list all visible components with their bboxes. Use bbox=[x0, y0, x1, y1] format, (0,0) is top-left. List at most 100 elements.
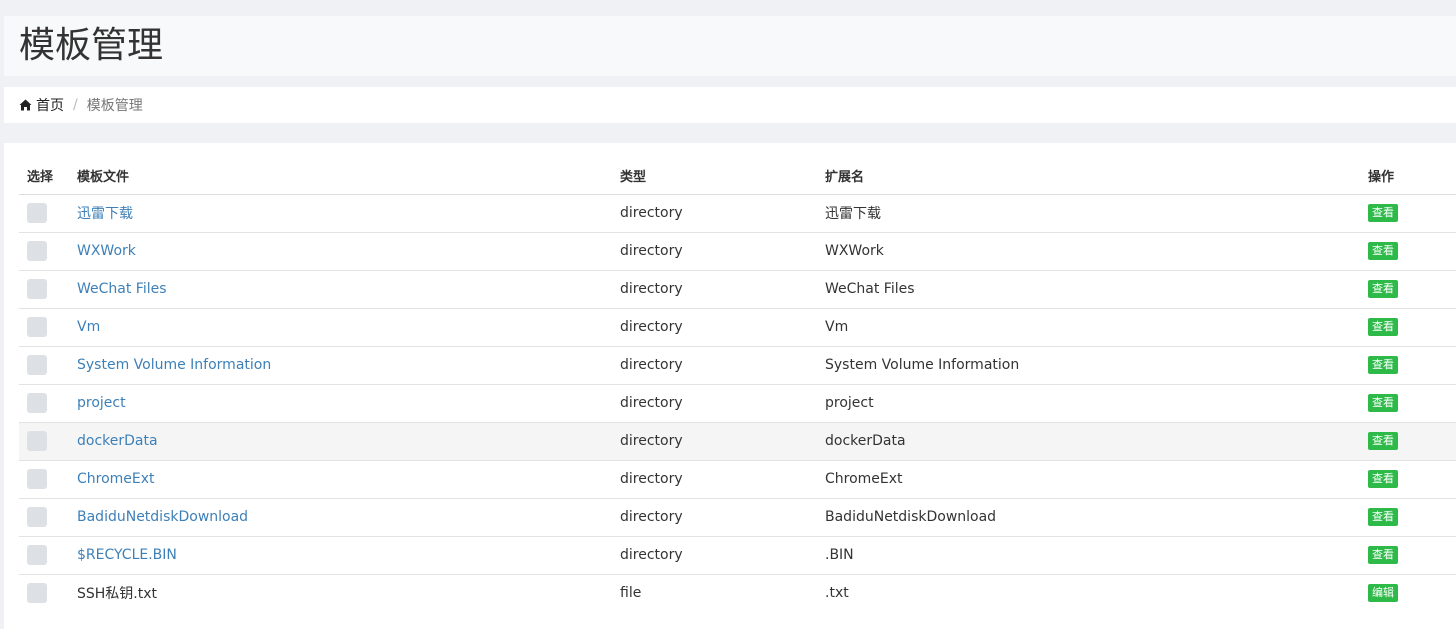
select-cell bbox=[19, 536, 69, 575]
action-cell: 查看 bbox=[1360, 536, 1456, 575]
table-row: SSH私钥.txt file .txt 编辑 bbox=[19, 574, 1456, 612]
file-name-link[interactable]: WeChat Files bbox=[77, 281, 167, 297]
file-name-cell: ChromeExt bbox=[69, 460, 612, 499]
view-button[interactable]: 查看 bbox=[1368, 432, 1398, 450]
table-row: System Volume Information directory System… bbox=[19, 346, 1456, 385]
select-cell bbox=[19, 270, 69, 309]
row-checkbox[interactable] bbox=[27, 393, 47, 413]
action-cell: 查看 bbox=[1360, 270, 1456, 309]
breadcrumb-home-link[interactable]: 首页 bbox=[36, 95, 64, 115]
file-name-link[interactable]: System Volume Information bbox=[77, 357, 271, 373]
select-cell bbox=[19, 422, 69, 461]
select-cell bbox=[19, 498, 69, 537]
row-checkbox[interactable] bbox=[27, 431, 47, 451]
page: 模板管理 首页 / 模板管理 选择 模板文件 类型 扩展名 操作 迅雷下载 dir… bbox=[0, 0, 1456, 629]
select-cell bbox=[19, 574, 69, 612]
action-cell: 查看 bbox=[1360, 308, 1456, 347]
table-body: 迅雷下载 directory 迅雷下载 查看 WXWork directory WXWork… bbox=[19, 194, 1456, 612]
table-row: BadiduNetdiskDownload directory BadiduNetd… bbox=[19, 498, 1456, 537]
file-extension: 迅雷下载 bbox=[817, 194, 1360, 233]
file-name-cell: 迅雷下载 bbox=[69, 194, 612, 233]
action-cell: 查看 bbox=[1360, 422, 1456, 461]
row-checkbox[interactable] bbox=[27, 241, 47, 261]
file-name-cell: WeChat Files bbox=[69, 270, 612, 309]
file-table-panel: 选择 模板文件 类型 扩展名 操作 迅雷下载 directory 迅雷下载 查看 WXW… bbox=[4, 143, 1456, 629]
file-extension: BadiduNetdiskDownload bbox=[817, 498, 1360, 537]
file-type: directory bbox=[612, 194, 817, 233]
home-icon[interactable] bbox=[19, 99, 32, 111]
breadcrumb-current: 模板管理 bbox=[86, 98, 143, 114]
view-button[interactable]: 查看 bbox=[1368, 394, 1398, 412]
row-checkbox[interactable] bbox=[27, 355, 47, 375]
breadcrumb-separator: / bbox=[73, 97, 78, 113]
file-name-cell: SSH私钥.txt bbox=[69, 574, 612, 612]
file-type: directory bbox=[612, 536, 817, 575]
page-title: 模板管理 bbox=[19, 25, 164, 66]
file-extension: System Volume Information bbox=[817, 346, 1360, 385]
table-row: dockerData directory dockerData 查看 bbox=[19, 422, 1456, 461]
table-row: project directory project 查看 bbox=[19, 384, 1456, 423]
table-row: ChromeExt directory ChromeExt 查看 bbox=[19, 460, 1456, 499]
file-name-cell: Vm bbox=[69, 308, 612, 347]
file-name-link[interactable]: BadiduNetdiskDownload bbox=[77, 509, 248, 525]
column-header-extension: 扩展名 bbox=[817, 157, 1360, 195]
file-name-link[interactable]: Vm bbox=[77, 319, 100, 335]
file-type: directory bbox=[612, 498, 817, 537]
page-header: 模板管理 bbox=[4, 16, 1456, 76]
row-checkbox[interactable] bbox=[27, 583, 47, 604]
file-name-link[interactable]: dockerData bbox=[77, 433, 158, 449]
view-button[interactable]: 查看 bbox=[1368, 204, 1398, 222]
row-checkbox[interactable] bbox=[27, 317, 47, 337]
file-name-cell: WXWork bbox=[69, 232, 612, 271]
file-extension: dockerData bbox=[817, 422, 1360, 461]
row-checkbox[interactable] bbox=[27, 507, 47, 527]
row-checkbox[interactable] bbox=[27, 469, 47, 489]
file-type: directory bbox=[612, 346, 817, 385]
file-name-link[interactable]: project bbox=[77, 395, 126, 411]
file-name-link[interactable]: $RECYCLE.BIN bbox=[77, 547, 177, 563]
select-cell bbox=[19, 384, 69, 423]
view-button[interactable]: 查看 bbox=[1368, 318, 1398, 336]
row-checkbox[interactable] bbox=[27, 203, 47, 223]
row-checkbox[interactable] bbox=[27, 545, 47, 565]
action-cell: 查看 bbox=[1360, 194, 1456, 233]
file-name-cell: project bbox=[69, 384, 612, 423]
table-row: $RECYCLE.BIN directory .BIN 查看 bbox=[19, 536, 1456, 575]
file-type: file bbox=[620, 585, 642, 602]
file-name-link[interactable]: 迅雷下载 bbox=[77, 206, 133, 222]
file-extension: .txt bbox=[825, 585, 849, 602]
action-cell: 查看 bbox=[1360, 232, 1456, 271]
file-name-link[interactable]: WXWork bbox=[77, 243, 136, 259]
select-cell bbox=[19, 194, 69, 233]
column-header-type: 类型 bbox=[612, 157, 817, 195]
action-cell: 编辑 bbox=[1360, 574, 1456, 612]
action-cell: 查看 bbox=[1360, 346, 1456, 385]
view-button[interactable]: 查看 bbox=[1368, 470, 1398, 488]
row-checkbox[interactable] bbox=[27, 279, 47, 299]
file-table: 选择 模板文件 类型 扩展名 操作 迅雷下载 directory 迅雷下载 查看 WXW… bbox=[19, 157, 1456, 612]
view-button[interactable]: 查看 bbox=[1368, 242, 1398, 260]
file-extension: .BIN bbox=[817, 536, 1360, 575]
file-type: directory bbox=[612, 422, 817, 461]
select-cell bbox=[19, 232, 69, 271]
file-extension: project bbox=[817, 384, 1360, 423]
view-button[interactable]: 查看 bbox=[1368, 280, 1398, 298]
file-type: directory bbox=[612, 308, 817, 347]
edit-button[interactable]: 编辑 bbox=[1368, 584, 1398, 603]
table-row: WeChat Files directory WeChat Files 查看 bbox=[19, 270, 1456, 309]
view-button[interactable]: 查看 bbox=[1368, 508, 1398, 526]
file-type: directory bbox=[612, 384, 817, 423]
file-extension: WXWork bbox=[817, 232, 1360, 271]
file-name-cell: dockerData bbox=[69, 422, 612, 461]
file-extension: WeChat Files bbox=[817, 270, 1360, 309]
file-name-cell: System Volume Information bbox=[69, 346, 612, 385]
file-name-link[interactable]: ChromeExt bbox=[77, 471, 155, 487]
column-header-select: 选择 bbox=[19, 157, 69, 195]
file-name-cell: BadiduNetdiskDownload bbox=[69, 498, 612, 537]
select-cell bbox=[19, 308, 69, 347]
table-row: WXWork directory WXWork 查看 bbox=[19, 232, 1456, 271]
view-button[interactable]: 查看 bbox=[1368, 356, 1398, 374]
column-header-file: 模板文件 bbox=[69, 157, 612, 195]
view-button[interactable]: 查看 bbox=[1368, 546, 1398, 564]
table-row: Vm directory Vm 查看 bbox=[19, 308, 1456, 347]
